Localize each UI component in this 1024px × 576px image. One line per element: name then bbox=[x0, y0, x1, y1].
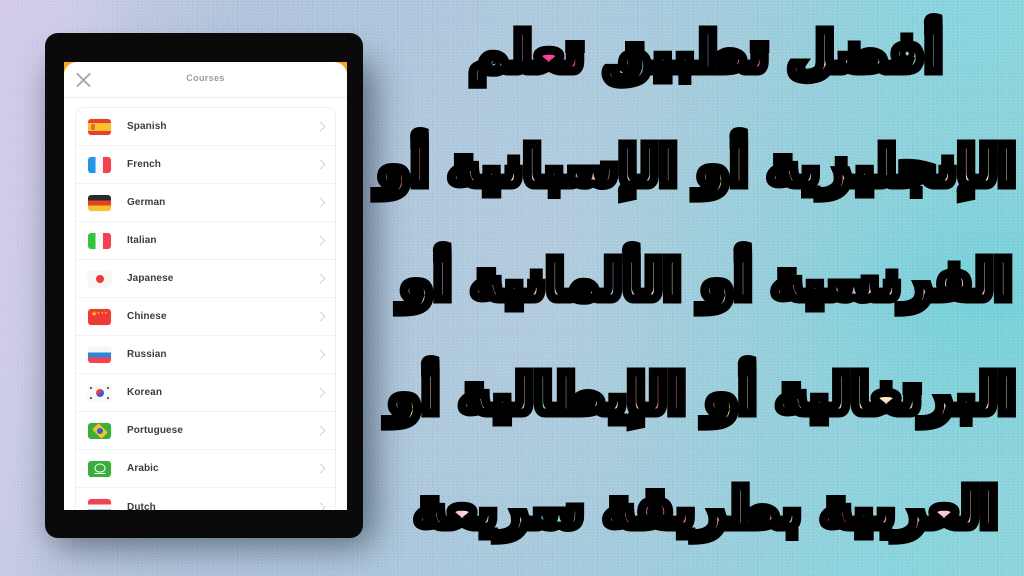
headline-line-2: الإنجليزية أو الإسبانية أو bbox=[372, 110, 1021, 224]
list-item[interactable]: Dutch bbox=[76, 488, 335, 510]
flag-nl-icon bbox=[88, 499, 111, 510]
phone-screen: Courses Spanish French German Italian Japane… bbox=[64, 62, 347, 510]
screenshot-stage: Courses Spanish French German Italian Japane… bbox=[0, 0, 1024, 576]
list-item[interactable]: Portuguese bbox=[76, 412, 335, 450]
list-item[interactable]: Korean bbox=[76, 374, 335, 412]
list-item[interactable]: German bbox=[76, 184, 335, 222]
courses-list: Spanish French German Italian Japanese Chines… bbox=[75, 107, 336, 510]
flag-fr-icon bbox=[88, 156, 111, 173]
course-label: Spanish bbox=[127, 121, 167, 132]
course-label: Russian bbox=[127, 349, 167, 360]
chevron-right-icon[interactable] bbox=[315, 159, 326, 170]
flag-es-icon bbox=[88, 118, 111, 135]
flag-kr-icon bbox=[88, 384, 111, 401]
flag-sa-icon bbox=[88, 460, 111, 477]
chevron-right-icon[interactable] bbox=[315, 502, 326, 510]
chevron-right-icon[interactable] bbox=[315, 349, 326, 360]
chevron-right-icon[interactable] bbox=[315, 235, 326, 246]
course-label: Japanese bbox=[127, 273, 174, 284]
courses-sheet: Courses Spanish French German Italian Japane… bbox=[64, 62, 347, 510]
course-label: Arabic bbox=[127, 463, 159, 474]
headline-line-4: البرتغالية أو الإيطالية أو bbox=[383, 338, 1021, 452]
course-label: Portuguese bbox=[127, 425, 184, 436]
chevron-right-icon[interactable] bbox=[315, 425, 326, 436]
course-label: German bbox=[127, 197, 166, 208]
course-label: Italian bbox=[127, 235, 157, 246]
sheet-navbar: Courses bbox=[64, 62, 347, 98]
chevron-right-icon[interactable] bbox=[315, 463, 326, 474]
flag-cn-icon bbox=[88, 308, 111, 325]
arabic-headline: أفضل تطبيق تعلم الإنجليزية أو الإسبانية أ… bbox=[372, 0, 1021, 566]
list-item[interactable]: Russian bbox=[76, 336, 335, 374]
list-item[interactable]: Japanese bbox=[76, 260, 335, 298]
flag-br-icon bbox=[88, 422, 111, 439]
course-label: French bbox=[127, 159, 161, 170]
list-item[interactable]: Arabic bbox=[76, 450, 335, 488]
chevron-right-icon[interactable] bbox=[315, 311, 326, 322]
chevron-right-icon[interactable] bbox=[315, 121, 326, 132]
phone-mockup: Courses Spanish French German Italian Japane… bbox=[45, 33, 363, 538]
headline-line-5: العربية بطريقة سريعة bbox=[396, 452, 1016, 566]
headline-line-3: الفرنسية أو الألمانية أو bbox=[395, 224, 1018, 338]
course-label: Korean bbox=[127, 387, 163, 398]
course-label: Dutch bbox=[127, 501, 156, 511]
flag-it-icon bbox=[88, 232, 111, 249]
list-item[interactable]: Italian bbox=[76, 222, 335, 260]
list-item[interactable]: Chinese bbox=[76, 298, 335, 336]
list-item[interactable]: Spanish bbox=[76, 108, 335, 146]
chevron-right-icon[interactable] bbox=[315, 387, 326, 398]
page-title: Courses bbox=[186, 73, 225, 83]
chevron-right-icon[interactable] bbox=[315, 273, 326, 284]
flag-ru-icon bbox=[88, 346, 111, 363]
flag-de-icon bbox=[88, 194, 111, 211]
headline-line-1: أفضل تطبيق تعلم bbox=[396, 0, 1016, 110]
list-item[interactable]: French bbox=[76, 146, 335, 184]
chevron-right-icon[interactable] bbox=[315, 197, 326, 208]
flag-jp-icon bbox=[88, 270, 111, 287]
course-label: Chinese bbox=[127, 311, 167, 322]
